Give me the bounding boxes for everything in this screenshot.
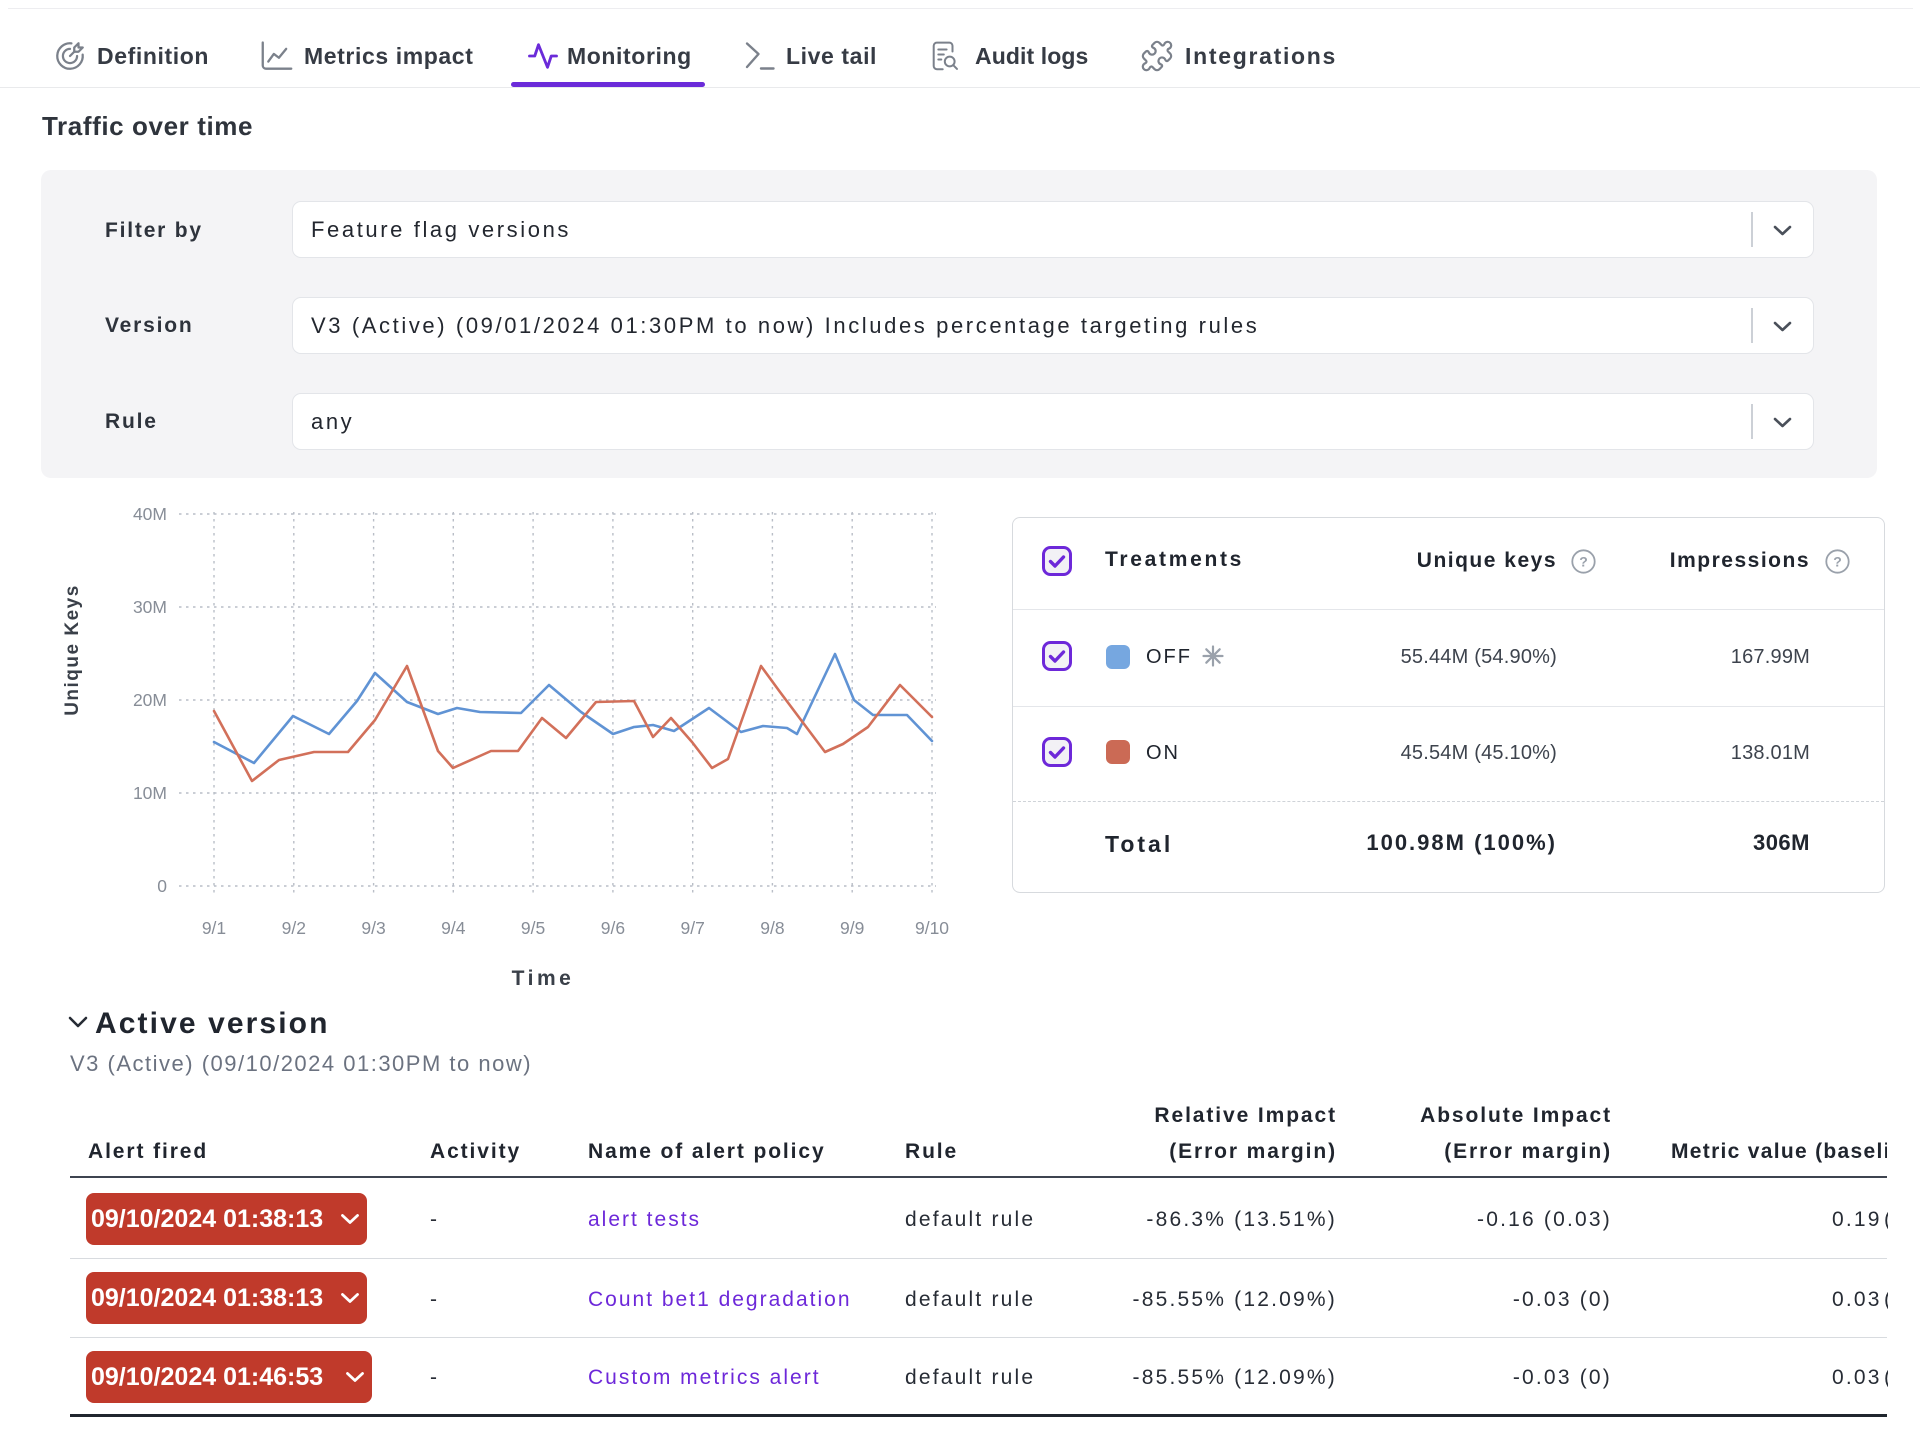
- svg-text:9/9: 9/9: [840, 918, 864, 938]
- svg-text:?: ?: [1579, 554, 1588, 570]
- svg-text:10M: 10M: [133, 783, 167, 803]
- svg-text:Time: Time: [512, 967, 575, 990]
- svg-text:?: ?: [1833, 554, 1842, 570]
- svg-text:9/5: 9/5: [521, 918, 545, 938]
- svg-text:20M: 20M: [133, 690, 167, 710]
- svg-text:9/2: 9/2: [282, 918, 306, 938]
- svg-text:0: 0: [157, 876, 167, 896]
- svg-text:30M: 30M: [133, 597, 167, 617]
- svg-text:9/4: 9/4: [441, 918, 466, 938]
- svg-text:40M: 40M: [133, 504, 167, 524]
- svg-text:9/1: 9/1: [202, 918, 226, 938]
- svg-text:9/3: 9/3: [361, 918, 385, 938]
- svg-text:Unique Keys: Unique Keys: [62, 584, 83, 716]
- svg-text:9/7: 9/7: [681, 918, 705, 938]
- svg-text:9/6: 9/6: [601, 918, 625, 938]
- svg-text:9/8: 9/8: [760, 918, 784, 938]
- svg-text:9/10: 9/10: [915, 918, 949, 938]
